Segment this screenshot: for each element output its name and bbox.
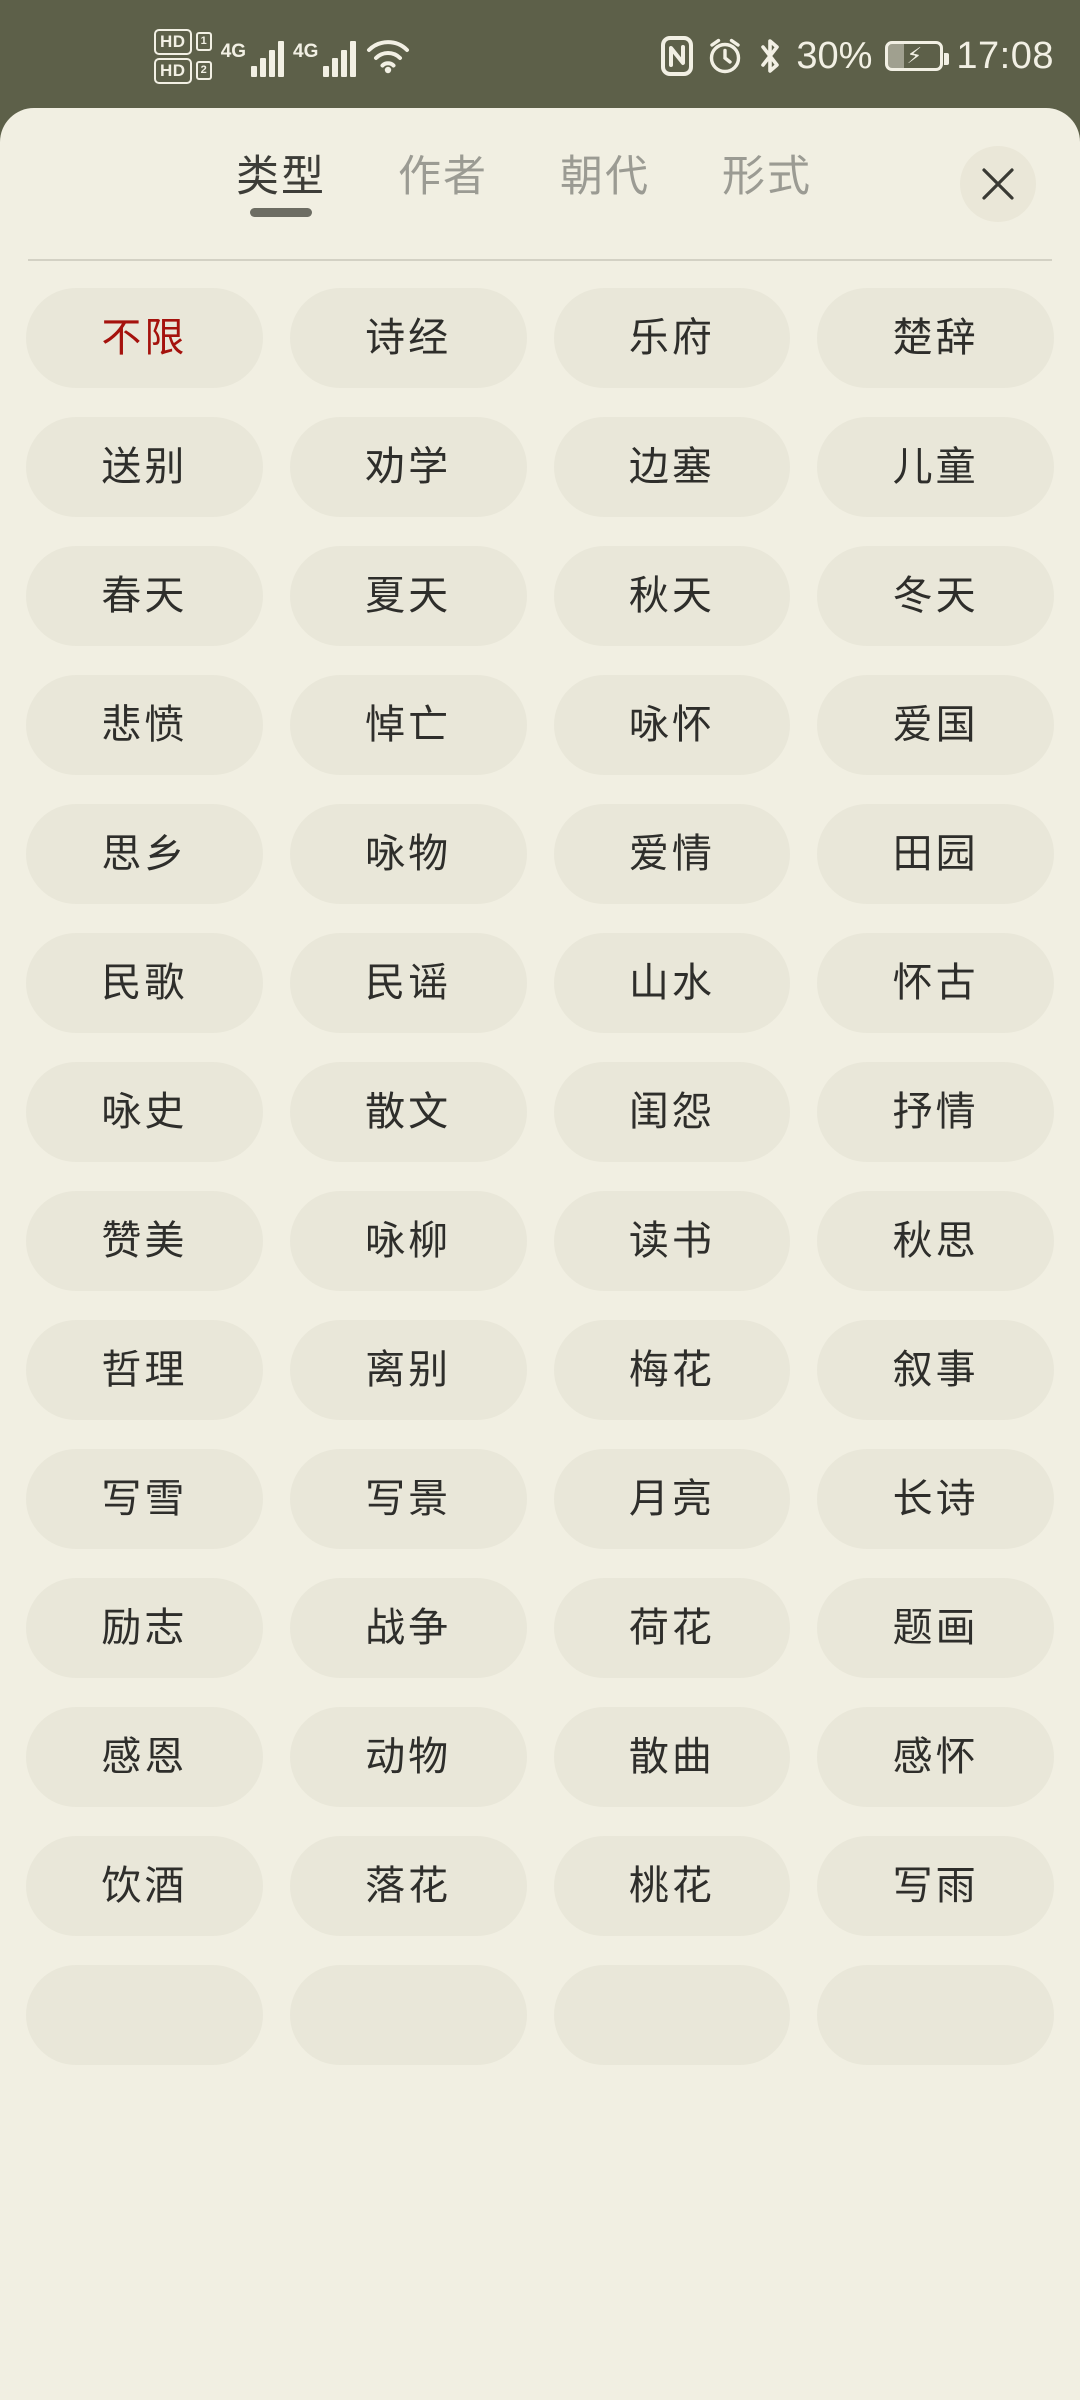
- category-chip[interactable]: 读书: [553, 1191, 791, 1291]
- category-chip[interactable]: 动物: [289, 1707, 527, 1807]
- category-chip[interactable]: 离别: [289, 1320, 527, 1420]
- category-chip[interactable]: 咏物: [289, 804, 527, 904]
- close-button[interactable]: [960, 146, 1036, 222]
- category-chip[interactable]: 悲愤: [26, 675, 263, 775]
- network-type-2: 4G: [293, 41, 319, 62]
- filter-sheet: 类型 作者 朝代 形式 不限 诗经 乐府 楚辞送别 劝学 边塞 儿童春天 夏天 秋天 冬天悲愤 悼亡…: [0, 108, 1080, 2400]
- wifi-icon: [365, 38, 411, 74]
- category-chip[interactable]: 不限: [26, 288, 263, 388]
- sim1-signal-group: 4G: [220, 35, 285, 77]
- category-chip[interactable]: 悼亡: [289, 675, 527, 775]
- filter-tabs: 类型 作者 朝代 形式: [0, 108, 1080, 260]
- hd-badge-1: 1: [195, 32, 212, 51]
- status-bar-clock: 17:08: [956, 35, 1054, 77]
- category-chip[interactable]: 夏天: [289, 546, 527, 646]
- status-bar-right-icons: 30% ⚡ 17:08: [661, 0, 1054, 112]
- category-chip[interactable]: 战争: [289, 1578, 527, 1678]
- category-chip[interactable]: 怀古: [817, 933, 1054, 1033]
- status-bar-left-icons: HD 1 HD 2 4G 4G: [154, 0, 411, 112]
- category-chip[interactable]: 边塞: [553, 417, 791, 517]
- category-chip[interactable]: 诗经: [289, 288, 527, 388]
- category-chip[interactable]: 民谣: [289, 933, 527, 1033]
- signal-bars-icon-1: [251, 39, 285, 77]
- category-chip[interactable]: 饮酒: [26, 1836, 263, 1936]
- category-chip[interactable]: 儿童: [817, 417, 1054, 517]
- category-chip[interactable]: 秋天: [553, 546, 791, 646]
- category-chip[interactable]: 励志: [26, 1578, 263, 1678]
- category-chip[interactable]: 抒情: [817, 1062, 1054, 1162]
- header-divider: [28, 259, 1052, 261]
- category-chip[interactable]: 月亮: [553, 1449, 791, 1549]
- category-chip[interactable]: 咏怀: [553, 675, 791, 775]
- alarm-icon: [706, 37, 744, 75]
- battery-percent-label: 30%: [796, 35, 873, 77]
- battery-charging-icon: ⚡: [885, 41, 950, 71]
- close-icon: [978, 164, 1018, 204]
- tab-active-indicator: [250, 207, 312, 217]
- category-chip[interactable]: [26, 1965, 263, 2065]
- hd-badge-2: 2: [195, 61, 212, 80]
- phone-screen: HD 1 HD 2 4G 4G 30% ⚡ 17:08 类型 作者 朝代 形式 …: [0, 0, 1080, 2400]
- category-chip[interactable]: [289, 1965, 527, 2065]
- category-chip[interactable]: 冬天: [817, 546, 1054, 646]
- category-chip[interactable]: 楚辞: [817, 288, 1054, 388]
- category-chip[interactable]: [553, 1965, 791, 2065]
- category-chip[interactable]: 田园: [817, 804, 1054, 904]
- category-chip[interactable]: 闺怨: [553, 1062, 791, 1162]
- category-chip[interactable]: 赞美: [26, 1191, 263, 1291]
- category-chip[interactable]: 哲理: [26, 1320, 263, 1420]
- sheet-header: 类型 作者 朝代 形式: [0, 108, 1080, 261]
- category-chip[interactable]: 题画: [817, 1578, 1054, 1678]
- category-chip[interactable]: 秋思: [817, 1191, 1054, 1291]
- status-bar: HD 1 HD 2 4G 4G 30% ⚡ 17:08: [0, 0, 1080, 112]
- category-chip[interactable]: 爱国: [817, 675, 1054, 775]
- tab-author[interactable]: 作者: [390, 150, 496, 219]
- tab-dynasty[interactable]: 朝代: [552, 150, 658, 219]
- category-chip[interactable]: 写雪: [26, 1449, 263, 1549]
- hd-label-1: HD: [154, 28, 192, 55]
- tab-type[interactable]: 类型: [228, 150, 334, 219]
- category-chip[interactable]: 叙事: [817, 1320, 1054, 1420]
- category-chip[interactable]: 桃花: [553, 1836, 791, 1936]
- category-chip[interactable]: 春天: [26, 546, 263, 646]
- category-chip-grid: 不限 诗经 乐府 楚辞送别 劝学 边塞 儿童春天 夏天 秋天 冬天悲愤 悼亡 咏怀 爱国思乡 咏物 爱情 田园…: [0, 260, 1080, 2065]
- category-chip[interactable]: 写景: [289, 1449, 527, 1549]
- category-chip[interactable]: 荷花: [553, 1578, 791, 1678]
- category-chip[interactable]: 梅花: [553, 1320, 791, 1420]
- category-chip[interactable]: 长诗: [817, 1449, 1054, 1549]
- category-chip[interactable]: 散文: [289, 1062, 527, 1162]
- signal-bars-icon-2: [323, 39, 357, 77]
- category-chip[interactable]: 落花: [289, 1836, 527, 1936]
- category-chip[interactable]: 山水: [553, 933, 791, 1033]
- category-chip[interactable]: 咏史: [26, 1062, 263, 1162]
- category-chip[interactable]: 爱情: [553, 804, 791, 904]
- category-chip[interactable]: 感怀: [817, 1707, 1054, 1807]
- category-chip[interactable]: 感恩: [26, 1707, 263, 1807]
- category-chip[interactable]: 民歌: [26, 933, 263, 1033]
- hd-volte-icon: HD 1 HD 2: [154, 28, 212, 84]
- sim2-signal-group: 4G: [293, 35, 357, 77]
- category-chip[interactable]: 思乡: [26, 804, 263, 904]
- category-chip[interactable]: 写雨: [817, 1836, 1054, 1936]
- tab-type-label: 类型: [236, 152, 326, 201]
- hd-label-2: HD: [154, 57, 192, 84]
- category-chip[interactable]: 散曲: [553, 1707, 791, 1807]
- bluetooth-icon: [757, 36, 783, 76]
- category-chip[interactable]: 咏柳: [289, 1191, 527, 1291]
- tab-form[interactable]: 形式: [714, 150, 820, 219]
- category-chip[interactable]: 劝学: [289, 417, 527, 517]
- network-type-1: 4G: [220, 41, 247, 62]
- category-chip[interactable]: 送别: [26, 417, 263, 517]
- category-chip[interactable]: [817, 1965, 1054, 2065]
- category-chip[interactable]: 乐府: [553, 288, 791, 388]
- nfc-icon: [661, 36, 694, 76]
